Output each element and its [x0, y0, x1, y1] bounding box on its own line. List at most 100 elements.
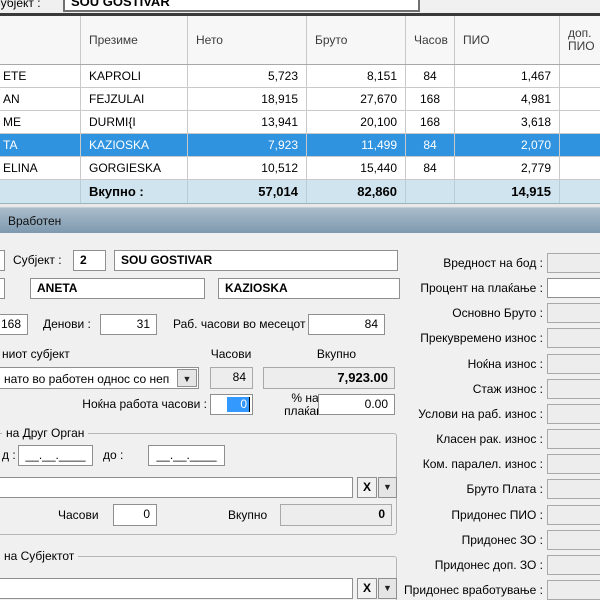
- right-panel-field: [547, 530, 600, 550]
- other-org-hours-label: Часови: [58, 505, 99, 526]
- table-cell-pio: 2,070: [455, 134, 560, 156]
- table-cell-neto: 10,512: [188, 157, 307, 179]
- table-cell-firstname: ME: [0, 111, 81, 133]
- table-cell-hours: 168: [406, 88, 455, 110]
- right-panel-field: [547, 505, 600, 525]
- table-cell-bruto: 8,151: [307, 65, 406, 87]
- right-panel-label: Придонес ЗО :: [383, 530, 543, 550]
- subject-combo[interactable]: [0, 578, 353, 599]
- month-hours-field[interactable]: 84: [308, 314, 385, 335]
- tab-bar: Вработен: [0, 207, 600, 233]
- table-cell-hours: 84: [406, 65, 455, 87]
- table-cell-dop_pio: [560, 180, 600, 203]
- column-header-surname[interactable]: Презиме: [81, 16, 188, 64]
- right-panel-label: Ноќна износ :: [383, 354, 543, 374]
- table-cell-bruto: 82,860: [307, 180, 406, 203]
- table-cell-hours: 84: [406, 157, 455, 179]
- table-cell-bruto: 27,670: [307, 88, 406, 110]
- table-header-row: ПрезимеНетоБрутоЧасовПИОдоп. ПИО: [0, 16, 600, 65]
- payroll-window: Субјект : SOU GOSTIVAR ПрезимеНетоБрутоЧ…: [0, 0, 600, 600]
- right-panel-field: [547, 555, 600, 575]
- hours-168-field[interactable]: 168: [0, 314, 28, 335]
- top-strip: Субјект : SOU GOSTIVAR: [0, 0, 600, 13]
- table-row[interactable]: ETEKAPROLI5,7238,151841,467: [0, 65, 600, 88]
- table-cell-hours: 84: [406, 134, 455, 156]
- table-cell-firstname: [0, 180, 81, 203]
- right-panel-label: Бруто Плата :: [383, 479, 543, 499]
- right-panel-field: [547, 354, 600, 374]
- right-panel-field: [547, 580, 600, 600]
- total-column-label: Вкупно: [310, 344, 363, 365]
- other-org-combo[interactable]: [0, 477, 353, 498]
- table-row[interactable]: ANFEJZULAI18,91527,6701684,981: [0, 88, 600, 111]
- column-header-pio[interactable]: ПИО: [455, 16, 560, 64]
- right-panel-label: Основно Бруто :: [383, 303, 543, 323]
- table-cell-bruto: 15,440: [307, 157, 406, 179]
- tab-employee[interactable]: Вработен: [0, 208, 75, 233]
- table-cell-neto: 18,915: [188, 88, 307, 110]
- employment-combo[interactable]: нато во работен однос со неп ▼: [0, 367, 199, 389]
- date-from-field[interactable]: __.__.____: [18, 445, 93, 466]
- hours-column-label: Часови: [207, 344, 255, 365]
- right-panel-label: Процент на плаќање :: [383, 278, 543, 298]
- right-panel-label: Ком. паралел. износ :: [383, 454, 543, 474]
- top-subject-label: Субјект :: [0, 0, 41, 13]
- employment-combo-text: нато во работен однос со неп: [4, 369, 169, 389]
- column-header-dop_pio[interactable]: доп. ПИО: [560, 16, 600, 64]
- right-panel-label: Услови на раб. износ :: [383, 404, 543, 424]
- night-hours-label: Ноќна работа часови :: [47, 394, 207, 415]
- last-name-field[interactable]: KAZIOSKA: [218, 278, 400, 299]
- table-cell-surname: DURMI{I: [81, 111, 188, 133]
- table-row[interactable]: TAKAZIOSKA7,92311,499842,070: [0, 134, 600, 157]
- right-panel-field: [547, 379, 600, 399]
- table-cell-bruto: 11,499: [307, 134, 406, 156]
- subject-group-title: на Субјектот: [0, 549, 78, 563]
- table-cell-firstname: TA: [0, 134, 81, 156]
- table-cell-pio: 4,981: [455, 88, 560, 110]
- other-org-hours-input[interactable]: 0: [113, 504, 157, 526]
- table-cell-firstname: ETE: [0, 65, 81, 87]
- subject-clear-button[interactable]: X: [357, 578, 377, 599]
- table-row[interactable]: ELINAGORGIESKA10,51215,440842,779: [0, 157, 600, 180]
- table-cell-dop_pio: [560, 88, 600, 110]
- right-panel-label: Придонес вработување :: [383, 580, 543, 600]
- right-panel-field: [547, 479, 600, 499]
- table-cell-pio: 1,467: [455, 65, 560, 87]
- date-to-label: до :: [103, 445, 123, 466]
- right-panel-field: [547, 404, 600, 424]
- table-cell-bruto: 20,100: [307, 111, 406, 133]
- table-cell-hours: [406, 180, 455, 203]
- subject-label: Субјект :: [13, 250, 62, 271]
- table-row[interactable]: MEDURMI{I13,94120,1001683,618: [0, 111, 600, 134]
- days-label: Денови :: [43, 314, 91, 335]
- right-panel-label: Прекувремено износ :: [383, 328, 543, 348]
- column-header-neto[interactable]: Нето: [188, 16, 307, 64]
- subject-name-field[interactable]: SOU GOSTIVAR: [114, 250, 398, 271]
- table-cell-neto: 5,723: [188, 65, 307, 87]
- date-to-field[interactable]: __.__.____: [148, 445, 225, 466]
- night-hours-selected-text: 0: [227, 397, 249, 412]
- top-subject-field[interactable]: SOU GOSTIVAR: [63, 0, 420, 12]
- subject-code-field[interactable]: 2: [73, 250, 106, 271]
- night-hours-input[interactable]: 0: [210, 394, 253, 415]
- employment-total-field: 7,923.00: [263, 367, 395, 389]
- table-cell-dop_pio: [560, 65, 600, 87]
- first-name-field[interactable]: ANETA: [30, 278, 205, 299]
- table-cell-surname: GORGIESKA: [81, 157, 188, 179]
- employment-combo-arrow-icon[interactable]: ▼: [177, 369, 197, 387]
- group-fragment-label: ниот субјект: [2, 344, 70, 365]
- right-panel-field[interactable]: [547, 278, 600, 298]
- other-org-total-field: 0: [280, 504, 392, 526]
- column-header-firstname[interactable]: [0, 16, 81, 64]
- table-cell-hours: 168: [406, 111, 455, 133]
- employee-table: ПрезимеНетоБрутоЧасовПИОдоп. ПИОETEKAPRO…: [0, 16, 600, 204]
- month-hours-label: Раб. часови во месецот :: [173, 314, 312, 335]
- days-field[interactable]: 31: [100, 314, 157, 335]
- other-org-clear-button[interactable]: X: [357, 477, 377, 498]
- column-header-bruto[interactable]: Бруто: [307, 16, 406, 64]
- table-cell-neto: 7,923: [188, 134, 307, 156]
- table-cell-pio: 14,915: [455, 180, 560, 203]
- right-panel-label: Придонес ПИО :: [383, 505, 543, 525]
- text-caret: [249, 397, 250, 412]
- column-header-hours[interactable]: Часов: [406, 16, 455, 64]
